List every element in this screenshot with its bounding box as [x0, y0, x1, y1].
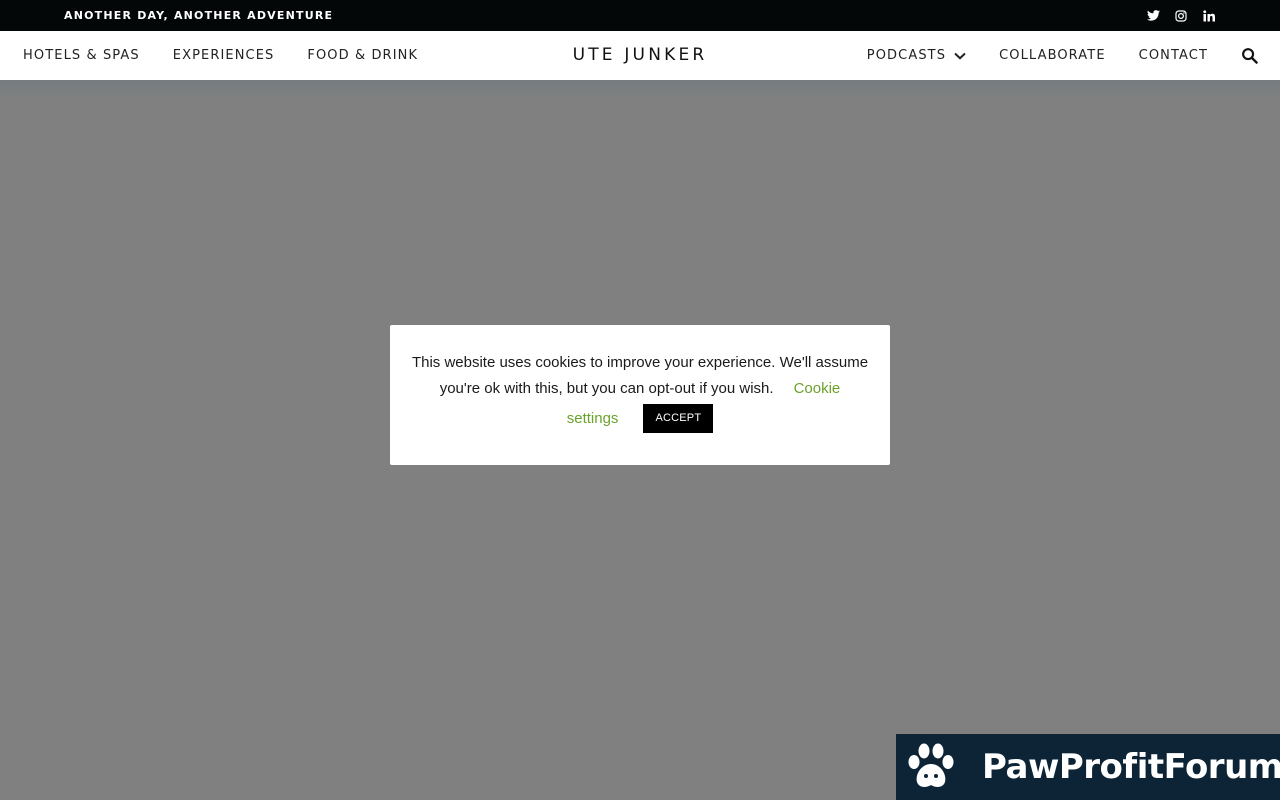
nav-hotels-spas[interactable]: HOTELS & SPAS — [23, 48, 140, 63]
watermark-text: PawProfitForum — [982, 747, 1280, 787]
nav-food-drink[interactable]: FOOD & DRINK — [307, 48, 418, 63]
chevron-down-icon — [954, 52, 966, 60]
nav-contact[interactable]: CONTACT — [1139, 48, 1208, 63]
accept-button[interactable]: ACCEPT — [643, 404, 714, 433]
site-title[interactable]: UTE JUNKER — [573, 45, 708, 65]
paw-icon — [908, 743, 954, 787]
nav-podcasts-label: PODCASTS — [866, 48, 947, 63]
cookie-message-line-2-text: you're ok with this, but you can opt-out… — [439, 380, 774, 397]
tagline: ANOTHER DAY, ANOTHER ADVENTURE — [64, 9, 334, 22]
primary-nav-right: PODCASTS COLLABORATE CONTACT — [867, 31, 1258, 80]
overlay-shade — [0, 80, 1280, 100]
cookie-message-line-1: This website uses cookies to improve you… — [411, 354, 869, 371]
cookie-settings-link[interactable]: settings — [567, 406, 619, 432]
nav-experiences[interactable]: EXPERIENCES — [173, 48, 275, 63]
instagram-icon[interactable] — [1174, 9, 1188, 23]
nav-podcasts[interactable]: PODCASTS — [867, 48, 966, 63]
top-bar: ANOTHER DAY, ANOTHER ADVENTURE — [0, 0, 1280, 31]
search-icon — [1242, 48, 1258, 64]
twitter-icon[interactable] — [1146, 9, 1160, 23]
cookie-settings-link-part-1[interactable]: Cookie — [794, 380, 841, 397]
watermark-badge: PawProfitForum — [896, 734, 1280, 800]
cookie-actions: settings ACCEPT — [410, 404, 870, 433]
search-button[interactable] — [1241, 47, 1258, 64]
main-header: HOTELS & SPAS EXPERIENCES FOOD & DRINK U… — [0, 31, 1280, 80]
nav-collaborate[interactable]: COLLABORATE — [999, 48, 1106, 63]
cookie-consent-dialog: This website uses cookies to improve you… — [390, 325, 890, 465]
linkedin-icon[interactable] — [1202, 9, 1216, 23]
cookie-message-line-2: you're ok with this, but you can opt-out… — [410, 376, 870, 402]
primary-nav-left: HOTELS & SPAS EXPERIENCES FOOD & DRINK — [23, 31, 418, 80]
social-links — [1146, 0, 1216, 31]
